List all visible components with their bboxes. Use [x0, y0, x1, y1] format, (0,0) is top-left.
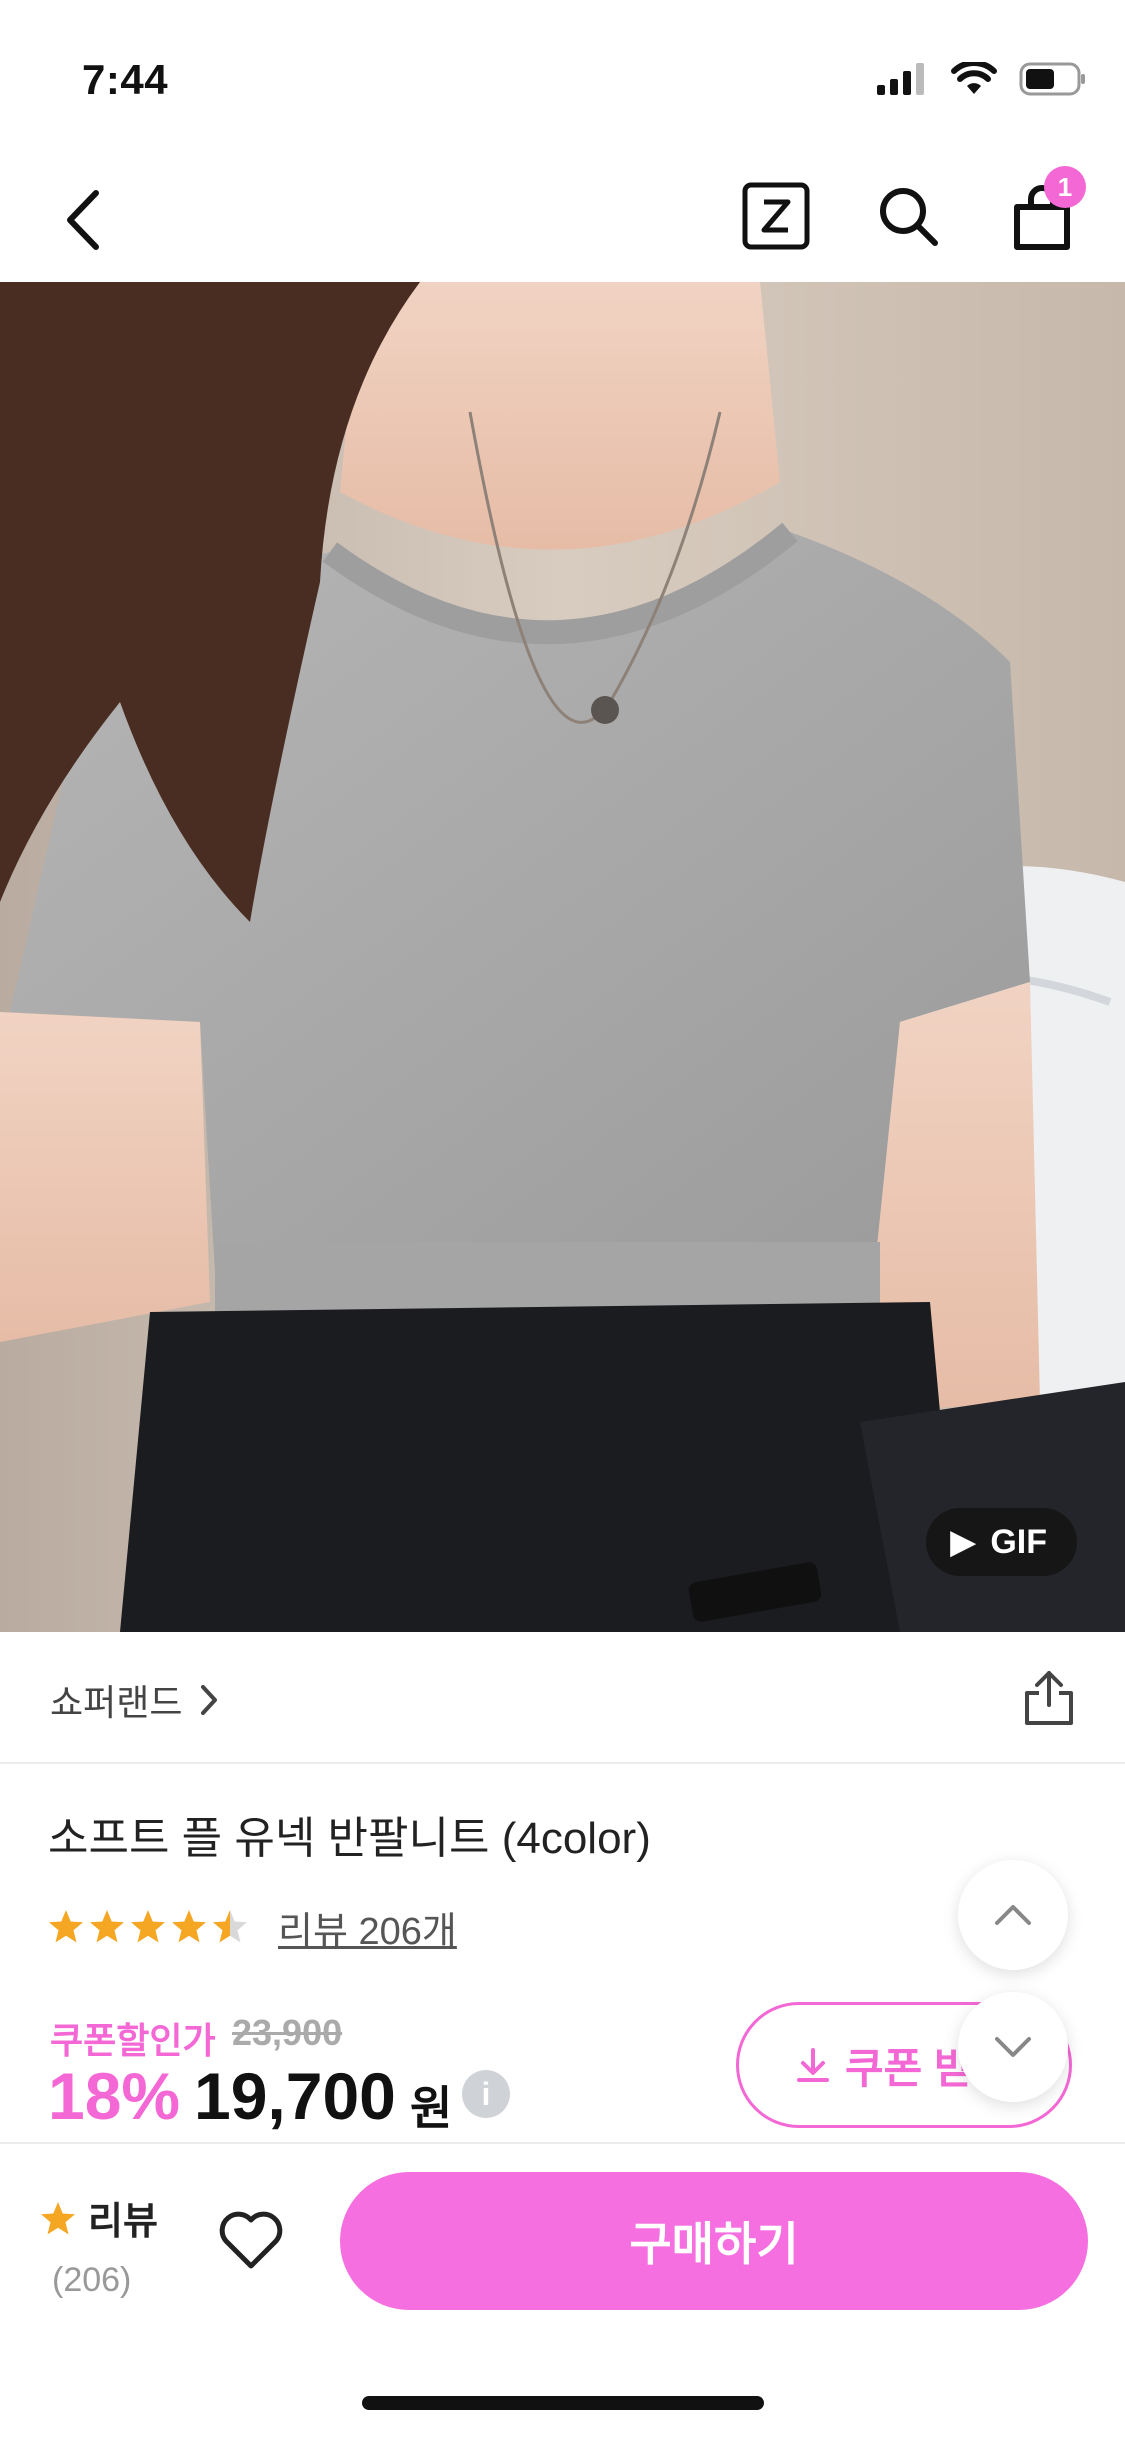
- scroll-up-button[interactable]: [958, 1860, 1068, 1970]
- sale-price: 19,700: [194, 2059, 396, 2133]
- rating-row: 리뷰 206개: [48, 1900, 457, 1955]
- play-icon: ▶: [950, 1523, 977, 1561]
- star-icon: [41, 2201, 75, 2234]
- home-indicator: [362, 2396, 764, 2410]
- buy-button[interactable]: 구매하기: [340, 2172, 1088, 2310]
- price-info-icon[interactable]: i: [462, 2070, 510, 2118]
- wifi-icon: [951, 62, 997, 94]
- chevron-up-icon: [995, 1905, 1031, 1925]
- gif-label: GIF: [990, 1522, 1047, 1561]
- product-title: 소프트 플 유넥 반팔니트 (4color): [48, 1814, 651, 1863]
- back-button[interactable]: [40, 178, 124, 262]
- status-time: 7:44: [82, 56, 169, 103]
- chevron-down-icon: [995, 2037, 1031, 2057]
- heart-icon: [219, 2211, 283, 2269]
- bottom-bar: 리뷰 (206) 구매하기: [0, 2142, 1125, 2438]
- product-image[interactable]: ▶ GIF: [0, 282, 1125, 1632]
- coupon-price-label: 쿠폰할인가: [50, 2020, 216, 2061]
- discount-rate: 18%: [48, 2059, 181, 2133]
- rating-stars-icon: [49, 1909, 247, 1942]
- like-button[interactable]: [218, 2210, 284, 2275]
- currency-unit: 원: [410, 2082, 453, 2134]
- seller-link[interactable]: 쇼퍼랜드: [50, 1674, 218, 1726]
- status-icons: [877, 62, 1087, 96]
- coupon-button-label: 쿠폰 받: [845, 2044, 973, 2092]
- seller-name: 쇼퍼랜드: [50, 1682, 183, 1723]
- seller-row: 쇼퍼랜드: [0, 1632, 1125, 1764]
- bottom-review-count: (206): [52, 2261, 132, 2299]
- gif-badge[interactable]: ▶ GIF: [926, 1508, 1077, 1576]
- scroll-down-button[interactable]: [958, 1992, 1068, 2102]
- search-button[interactable]: [868, 176, 948, 256]
- bottom-review-button[interactable]: 리뷰 (206): [40, 2190, 158, 2300]
- signal-icon: [877, 63, 924, 95]
- review-link[interactable]: 리뷰 206개: [278, 1900, 457, 1955]
- chevron-right-icon: [201, 1685, 218, 1715]
- zigzag-button[interactable]: [736, 176, 816, 256]
- search-icon: [880, 188, 938, 246]
- cart-count-badge: 1: [1044, 166, 1086, 208]
- chevron-left-icon: [67, 190, 99, 250]
- zigzag-logo-icon: [742, 182, 810, 250]
- download-icon: [797, 2048, 829, 2082]
- bottom-review-label: 리뷰: [88, 2201, 158, 2243]
- share-button[interactable]: [1017, 1666, 1081, 1730]
- product-photo-illustration: [0, 282, 1125, 1632]
- share-icon: [1025, 1671, 1073, 1725]
- original-price: 23,900: [232, 2012, 343, 2053]
- battery-icon: [1019, 62, 1085, 96]
- cart-button[interactable]: 1: [1000, 166, 1086, 260]
